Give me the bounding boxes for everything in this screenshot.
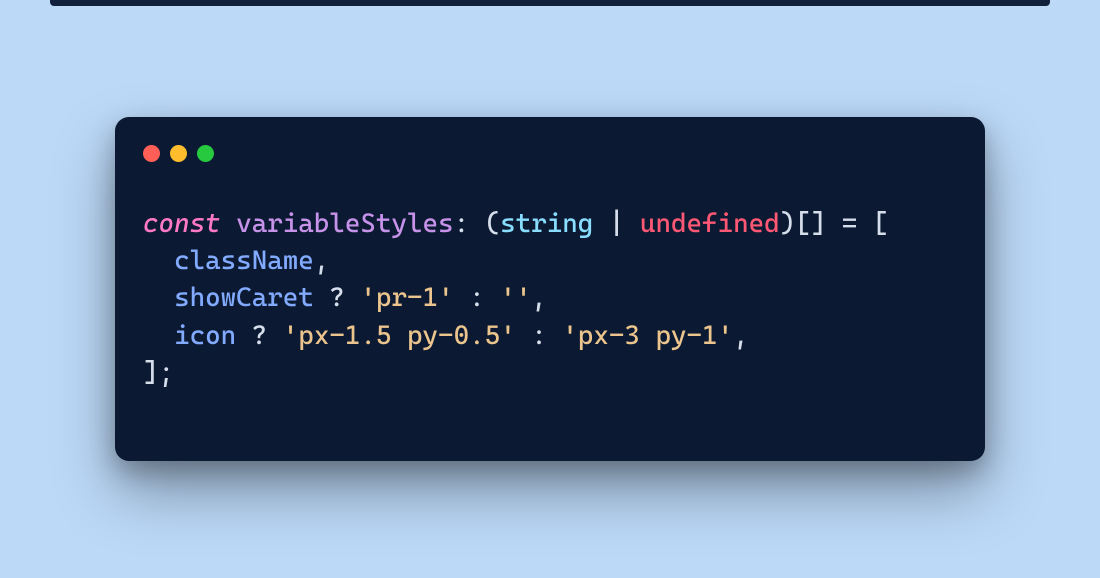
- top-accent-bar: [50, 0, 1050, 6]
- indent-token: [143, 317, 174, 354]
- punctuation-token: ,: [733, 320, 749, 351]
- code-line: icon ? 'px-1.5 py-0.5' : 'px-3 py-1',: [143, 317, 957, 354]
- punctuation-token: ): [780, 208, 796, 239]
- space-token: [593, 208, 609, 239]
- code-window: const variableStyles: (string | undefine…: [115, 117, 985, 460]
- maximize-icon[interactable]: [197, 145, 214, 162]
- space-token: [826, 208, 842, 239]
- space-token: [469, 208, 485, 239]
- string-token: 'px-3 py-1': [562, 320, 733, 351]
- punctuation-token: :: [469, 282, 485, 313]
- space-token: [314, 282, 330, 313]
- close-icon[interactable]: [143, 145, 160, 162]
- space-token: [236, 320, 252, 351]
- property-token: showCaret: [174, 282, 314, 313]
- space-token: [516, 320, 532, 351]
- code-line: showCaret ? 'pr-1' : '',: [143, 279, 957, 316]
- punctuation-token: :: [531, 320, 547, 351]
- code-line: const variableStyles: (string | undefine…: [143, 205, 957, 242]
- minimize-icon[interactable]: [170, 145, 187, 162]
- punctuation-token: ,: [314, 245, 330, 276]
- string-token: 'px-1.5 py-0.5': [283, 320, 516, 351]
- space-token: [857, 208, 873, 239]
- punctuation-token: (: [485, 208, 501, 239]
- property-token: icon: [174, 320, 236, 351]
- type-token: undefined: [640, 208, 780, 239]
- space-token: [454, 282, 470, 313]
- string-token: 'pr-1': [360, 282, 453, 313]
- identifier-token: variableStyles: [236, 208, 453, 239]
- punctuation-token: ?: [252, 320, 268, 351]
- punctuation-token: |: [609, 208, 625, 239]
- punctuation-token: =: [842, 208, 858, 239]
- space-token: [547, 320, 563, 351]
- type-token: string: [500, 208, 593, 239]
- punctuation-token: []: [795, 208, 826, 239]
- code-content: const variableStyles: (string | undefine…: [115, 165, 985, 400]
- keyword-token: const: [143, 208, 221, 239]
- punctuation-token: [: [873, 208, 889, 239]
- code-line: className,: [143, 242, 957, 279]
- punctuation-token: ?: [329, 282, 345, 313]
- space-token: [267, 320, 283, 351]
- property-token: className: [174, 245, 314, 276]
- punctuation-token: ]: [143, 357, 159, 388]
- space-token: [624, 208, 640, 239]
- space-token: [485, 282, 501, 313]
- window-titlebar: [115, 117, 985, 165]
- space-token: [221, 208, 237, 239]
- punctuation-token: ,: [531, 282, 547, 313]
- code-line: ];: [143, 354, 957, 391]
- punctuation-token: :: [454, 208, 470, 239]
- string-token: '': [500, 282, 531, 313]
- punctuation-token: ;: [159, 357, 175, 388]
- indent-token: [143, 242, 174, 279]
- space-token: [345, 282, 361, 313]
- indent-token: [143, 279, 174, 316]
